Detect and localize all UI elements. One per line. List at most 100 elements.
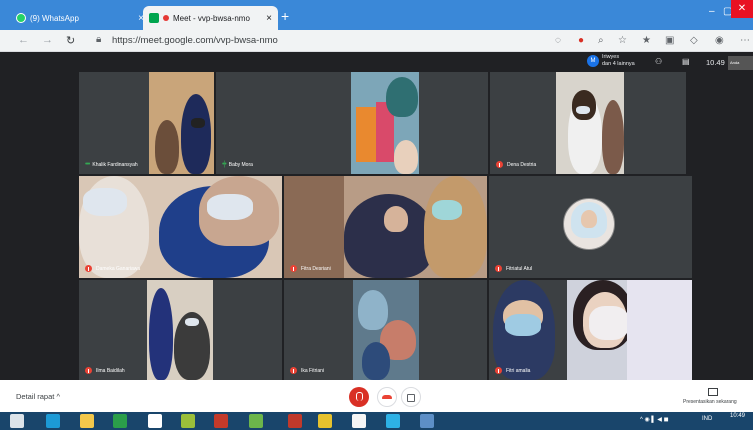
system-tray-icons[interactable]: ^ ◉ ▌ ◀ ◼ <box>640 416 669 423</box>
chrome-icon[interactable] <box>318 414 332 428</box>
face-mask <box>191 118 205 128</box>
back-button[interactable]: ← <box>18 34 29 46</box>
participant-tile[interactable]: Fitra Desriani <box>284 176 487 278</box>
participant-face <box>581 210 597 228</box>
meeting-details-button[interactable]: Detail rapat ^ <box>16 392 60 401</box>
participant-tile[interactable]: Ilma Baidilah <box>79 280 282 380</box>
more-menu-icon[interactable]: ⋯ <box>740 35 750 46</box>
mic-off-icon <box>496 161 503 168</box>
minimize-button[interactable]: – <box>709 6 715 17</box>
media-icon[interactable] <box>288 414 302 428</box>
file-explorer-icon[interactable] <box>80 414 94 428</box>
participant-figure <box>155 120 179 174</box>
participant-tile[interactable]: Fitri amalia <box>489 280 567 380</box>
language-indicator[interactable]: IND <box>702 416 712 422</box>
app-icon[interactable] <box>420 414 434 428</box>
people-icon[interactable]: ⚇ <box>655 57 662 66</box>
windows-start-icon[interactable] <box>10 414 24 428</box>
participant-name-text: Dameka Ganariawa <box>96 265 141 272</box>
home-icon[interactable] <box>148 414 162 428</box>
self-preview[interactable]: Anda <box>728 56 753 70</box>
meeting-clock: 10.49 <box>706 58 725 67</box>
participant-tile[interactable]: ••• Khalik Fardinansyah <box>79 72 214 174</box>
participant-name-text: Fitriatul Atul <box>506 265 533 272</box>
participant-tile[interactable]: Fitriatul Atul <box>489 176 692 278</box>
profile-avatar[interactable]: ◉ <box>715 35 724 46</box>
face-mask <box>185 318 199 326</box>
store-icon[interactable] <box>113 414 127 428</box>
camera-indicator-icon[interactable]: ● <box>578 35 584 46</box>
face-mask <box>576 106 590 114</box>
participant-hijab <box>424 176 487 278</box>
collections-icon[interactable]: ▣ <box>665 35 674 46</box>
app-icon[interactable] <box>249 414 263 428</box>
google-meet-icon <box>149 13 159 23</box>
mic-indicator-icon[interactable]: ◌ <box>555 35 561 46</box>
favorites-bar-icon[interactable]: ★ <box>642 35 651 46</box>
participant-face <box>384 206 408 232</box>
speaking-indicator-icon: •|• <box>222 161 227 168</box>
tab-meet[interactable]: Meet - vvp-bwsa-nmo × <box>143 6 278 30</box>
participant-figure <box>149 288 173 380</box>
forward-button[interactable]: → <box>42 34 53 46</box>
address-bar: ← → ↻ 🔒︎ https://meet.google.com/vvp-bws… <box>0 30 753 52</box>
mic-off-icon <box>495 265 502 272</box>
edge-icon[interactable] <box>46 414 60 428</box>
zoom-icon[interactable]: ⌕ <box>598 35 604 46</box>
tab-close-icon[interactable]: × <box>266 13 272 24</box>
participant-name: Ika Fitriani <box>290 367 324 374</box>
participant-name: Fitri amalia <box>495 367 530 374</box>
close-window-button[interactable]: ✕ <box>731 0 753 18</box>
present-now-button[interactable]: Presentasikan sekarang <box>683 399 737 405</box>
whatsapp-icon <box>16 13 26 23</box>
powerpoint-icon[interactable] <box>214 414 228 428</box>
participant-tile[interactable]: •|• Baby Mora <box>216 72 488 174</box>
camera-toggle-button[interactable] <box>401 387 421 407</box>
curtain <box>356 107 376 162</box>
tab-whatsapp[interactable]: (9) WhatsApp × <box>10 6 150 30</box>
browser-icon[interactable] <box>386 414 400 428</box>
participant-figure <box>362 342 390 380</box>
lock-icon[interactable]: 🔒︎ <box>96 34 101 45</box>
microphone-toggle-button[interactable] <box>349 387 369 407</box>
participant-figure <box>602 100 624 174</box>
taskbar-clock[interactable]: 10:49 <box>730 413 745 419</box>
mic-off-icon <box>290 367 297 374</box>
speaking-indicator-icon: ••• <box>85 161 90 168</box>
participant-figure <box>386 77 418 117</box>
chat-icon[interactable]: ▤ <box>682 57 690 66</box>
participant-name-text: Ika Fitriani <box>301 367 325 374</box>
extensions-icon[interactable]: ◇ <box>690 35 698 46</box>
meeting-control-bar: Detail rapat ^ Presentasikan sekarang <box>0 380 753 412</box>
participants-summary-line2: dan 4 lainnya <box>602 61 635 67</box>
participant-name: ••• Khalik Fardinansyah <box>85 161 138 168</box>
participant-tile[interactable]: Dena Destria <box>490 72 686 174</box>
participant-tile[interactable]: Ika Fitriani <box>284 280 487 380</box>
mic-off-icon <box>85 265 92 272</box>
participants-summary[interactable]: Iriwyes dan 4 lainnya <box>602 54 635 68</box>
face-mask <box>83 188 127 216</box>
word-icon[interactable] <box>181 414 195 428</box>
participant-name: Fitra Desriani <box>290 265 331 272</box>
chevron-up-icon: ^ <box>56 392 60 401</box>
participant-name-text: Khalik Fardinansyah <box>92 161 138 168</box>
meeting-details-label: Detail rapat <box>16 392 55 401</box>
favorite-star-icon[interactable]: ☆ <box>618 35 627 46</box>
participants-summary-line1: Iriwyes <box>602 54 620 60</box>
participant-tile[interactable]: Dameka Ganariawa <box>79 176 282 278</box>
new-tab-button[interactable]: + <box>281 8 289 24</box>
participant-name-text: Ilma Baidilah <box>96 367 125 374</box>
participant-name-text: Fitri amalia <box>506 367 531 374</box>
leave-call-button[interactable] <box>377 387 397 407</box>
amazon-icon[interactable] <box>352 414 366 428</box>
recording-indicator-icon <box>163 15 169 21</box>
refresh-button[interactable]: ↻ <box>66 34 75 47</box>
video-feed <box>627 280 692 380</box>
participant-name: Dena Destria <box>496 161 536 168</box>
participant-name: Fitriatul Atul <box>495 265 532 272</box>
participant-tile[interactable] <box>567 280 692 380</box>
face-mask <box>207 194 253 220</box>
present-screen-icon[interactable] <box>708 388 718 396</box>
url-field[interactable]: https://meet.google.com/vvp-bwsa-nmo <box>112 35 278 46</box>
face-mask <box>505 314 541 336</box>
